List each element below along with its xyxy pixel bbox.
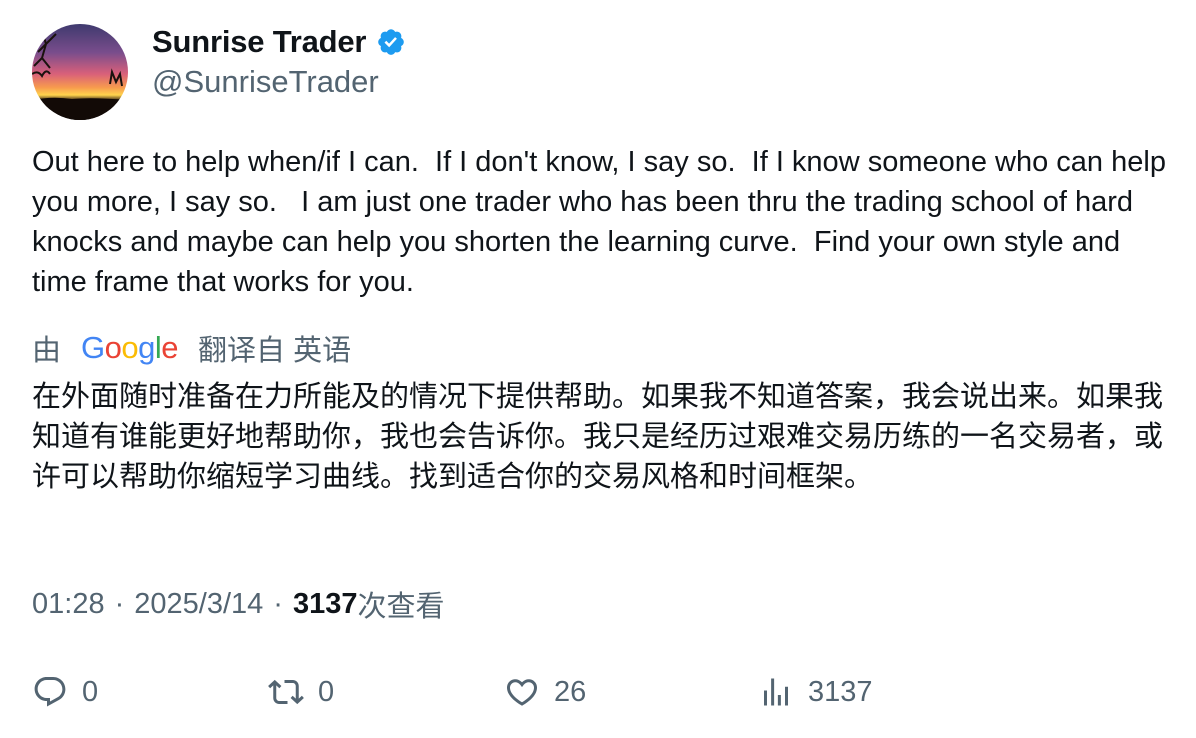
author-name-row[interactable]: Sunrise Trader xyxy=(152,22,406,62)
tweet-actions: 0 0 26 3137 xyxy=(32,672,1168,712)
meta-views-count: 3137 xyxy=(292,587,358,620)
avatar[interactable] xyxy=(32,24,128,120)
views-button[interactable]: 3137 xyxy=(758,672,873,712)
reply-button[interactable]: 0 xyxy=(32,672,98,712)
meta-separator: · xyxy=(273,587,283,620)
author-display-name[interactable]: Sunrise Trader xyxy=(152,24,366,60)
tweet-meta: 01:28 · 2025/3/14 · 3137 次查看 xyxy=(32,584,444,624)
google-logo: Google xyxy=(81,330,179,365)
tweet-date[interactable]: 2025/3/14 xyxy=(134,588,263,621)
verified-badge-icon xyxy=(378,29,405,55)
reply-icon xyxy=(34,677,66,707)
translation-attribution: 由 Google 翻译自 英语 xyxy=(32,328,351,368)
author-handle[interactable]: @SunriseTrader xyxy=(152,64,379,100)
views-count: 3137 xyxy=(808,675,873,708)
translation-prefix: 由 xyxy=(32,335,62,367)
repost-count: 0 xyxy=(318,675,335,708)
like-button[interactable]: 26 xyxy=(504,672,586,712)
translated-text: 在外面随时准备在力所能及的情况下提供帮助。如果我不知道答案，我会说出来。如果我知… xyxy=(32,379,1164,493)
like-icon xyxy=(506,679,538,706)
reply-count: 0 xyxy=(82,675,99,708)
translation-suffix: 翻译自 英语 xyxy=(198,335,352,367)
tweet-time[interactable]: 01:28 xyxy=(32,588,105,621)
avatar-sunset-image xyxy=(32,24,128,120)
like-count: 26 xyxy=(554,675,587,708)
meta-views-label: 次查看 xyxy=(357,591,445,623)
repost-icon xyxy=(268,679,304,705)
tweet-text: Out here to help when/if I can. If I don… xyxy=(32,146,1175,298)
meta-separator: · xyxy=(114,587,125,620)
repost-button[interactable]: 0 xyxy=(268,672,334,712)
views-icon xyxy=(764,678,788,706)
